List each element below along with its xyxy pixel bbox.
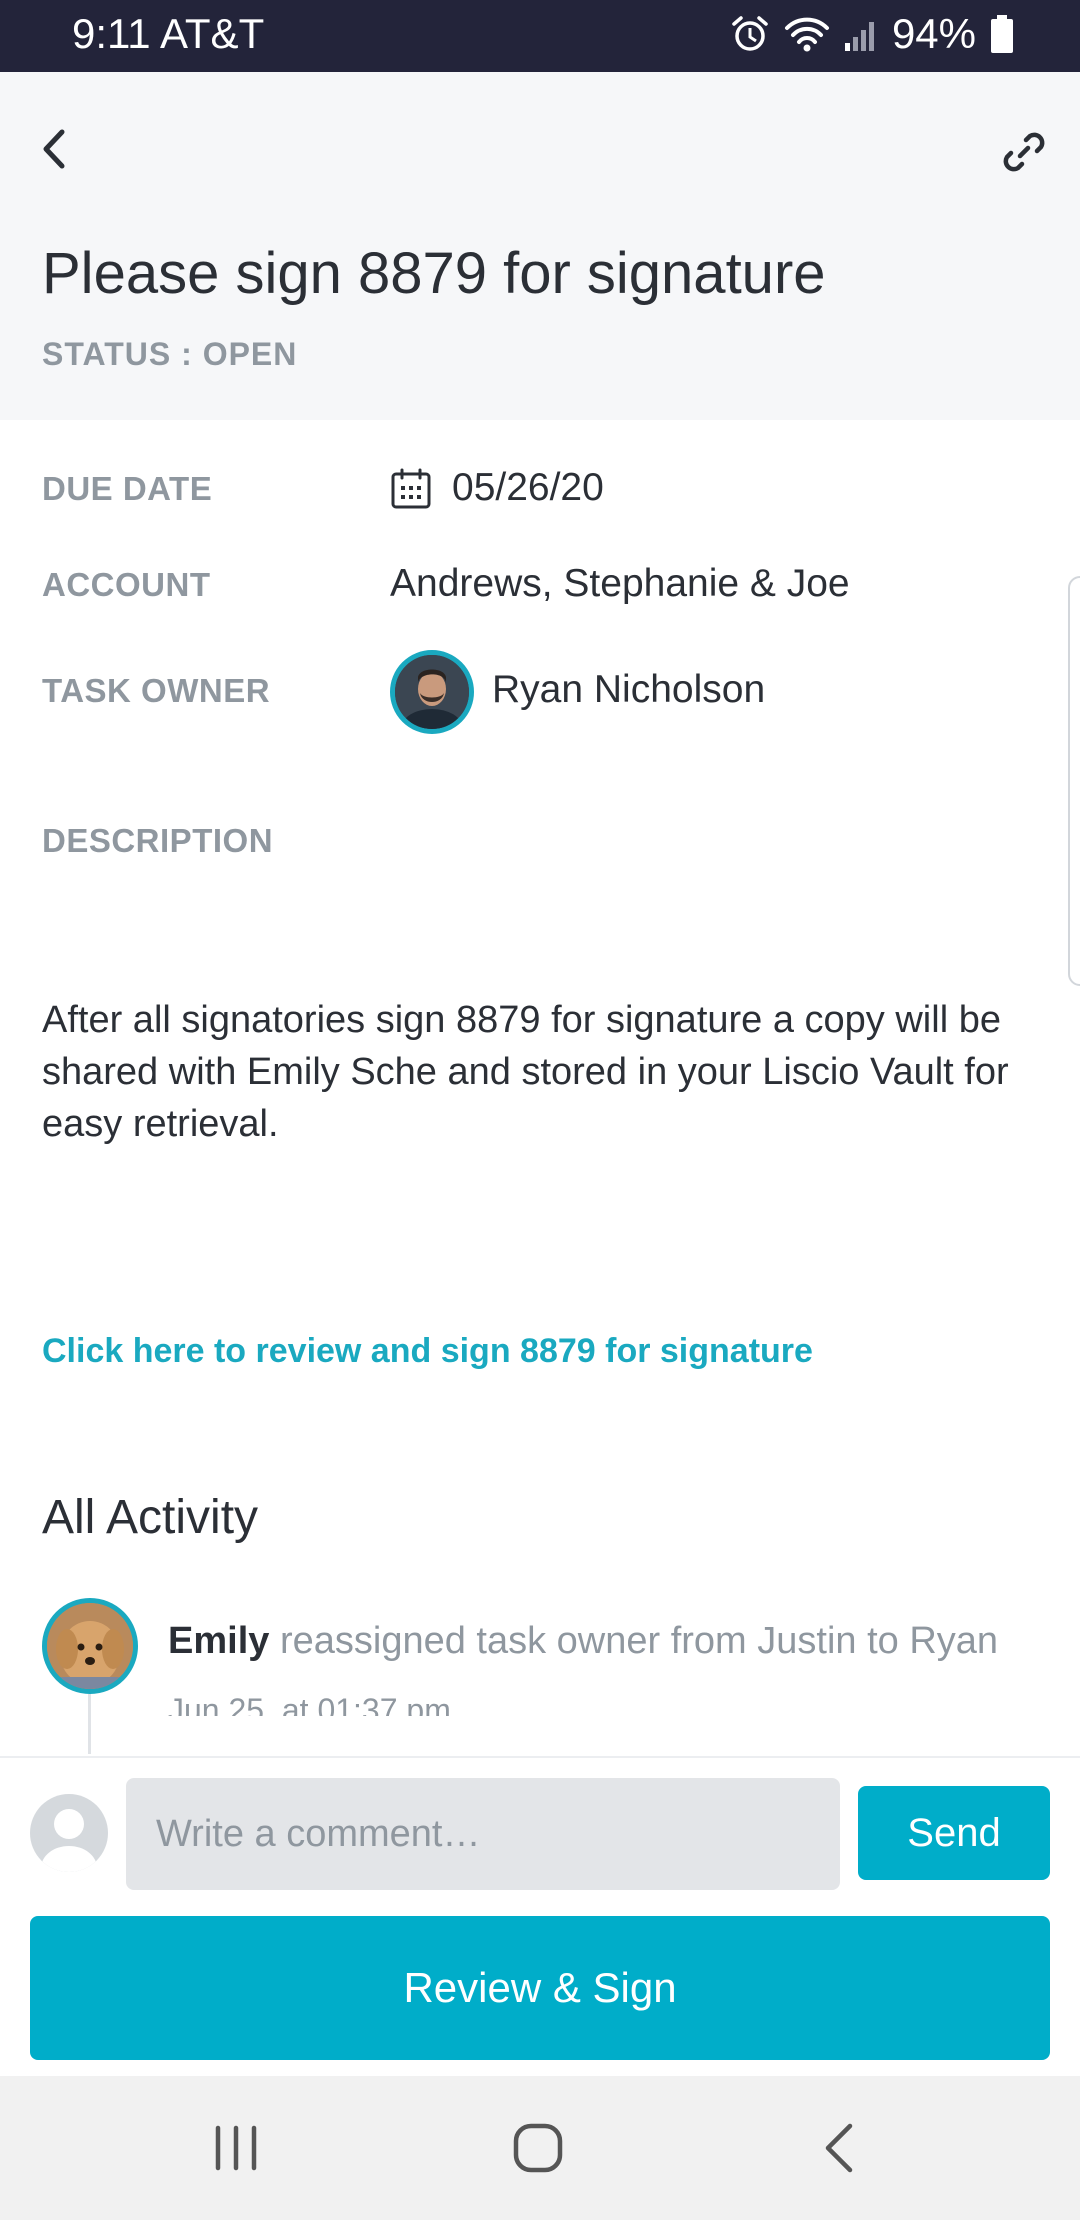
status-icons: 94% bbox=[730, 10, 1014, 58]
activity-avatar bbox=[42, 1598, 138, 1694]
page-title: Please sign 8879 for signature bbox=[42, 241, 826, 306]
activity-timestamp: Jun 25, at 01:37 pm bbox=[168, 1692, 451, 1716]
back-arrow-icon[interactable] bbox=[36, 124, 72, 174]
activity-title: All Activity bbox=[42, 1491, 259, 1544]
status-time: 9:11 AT&T bbox=[72, 10, 264, 58]
user-avatar-icon bbox=[30, 1794, 108, 1872]
owner-avatar bbox=[390, 650, 474, 734]
alarm-icon bbox=[732, 16, 768, 51]
scrollbar-thumb[interactable] bbox=[1068, 576, 1080, 986]
due-date-value: 05/26/20 bbox=[452, 466, 604, 509]
review-sign-link[interactable]: Click here to review and sign 8879 for s… bbox=[42, 1332, 813, 1371]
status-bar: 9:11 AT&T 94% bbox=[0, 0, 1080, 72]
wifi-icon bbox=[784, 17, 829, 52]
status-label: STATUS : bbox=[42, 336, 203, 372]
clock-text: 9:11 bbox=[72, 10, 151, 57]
link-icon[interactable] bbox=[1000, 128, 1048, 176]
back-nav-icon[interactable] bbox=[812, 2118, 872, 2178]
status-value: OPEN bbox=[202, 336, 298, 372]
timeline-line bbox=[88, 1694, 91, 1754]
comment-input[interactable] bbox=[126, 1778, 840, 1890]
activity-item: Emily reassigned task owner from Justin … bbox=[168, 1620, 998, 1663]
home-icon[interactable] bbox=[508, 2118, 568, 2178]
account-value[interactable]: Andrews, Stephanie & Joe bbox=[390, 562, 850, 606]
review-sign-button[interactable]: Review & Sign bbox=[30, 1916, 1050, 2060]
battery-icon bbox=[991, 15, 1013, 53]
activity-description: reassigned task owner from Justin to Rya… bbox=[269, 1620, 999, 1662]
activity-actor: Emily bbox=[168, 1620, 270, 1662]
task-status: STATUS : OPEN bbox=[42, 336, 297, 373]
account-label: ACCOUNT bbox=[42, 566, 211, 603]
carrier-text: AT&T bbox=[160, 10, 265, 57]
battery-percent: 94% bbox=[891, 10, 976, 57]
recent-apps-icon[interactable] bbox=[206, 2118, 266, 2178]
task-header: Please sign 8879 for signature STATUS : … bbox=[0, 72, 1080, 420]
description-label: DESCRIPTION bbox=[42, 822, 274, 859]
comment-bar: Send Review & Sign bbox=[0, 1756, 1080, 2076]
calendar-icon bbox=[391, 468, 431, 509]
due-date-label: DUE DATE bbox=[42, 470, 213, 507]
task-owner-value: Ryan Nicholson bbox=[492, 668, 766, 711]
signal-icon bbox=[844, 22, 874, 51]
send-button[interactable]: Send bbox=[858, 1786, 1050, 1880]
task-owner-label: TASK OWNER bbox=[42, 672, 271, 709]
system-nav-bar bbox=[0, 2076, 1080, 2220]
description-text: After all signatories sign 8879 for sign… bbox=[42, 999, 1009, 1145]
